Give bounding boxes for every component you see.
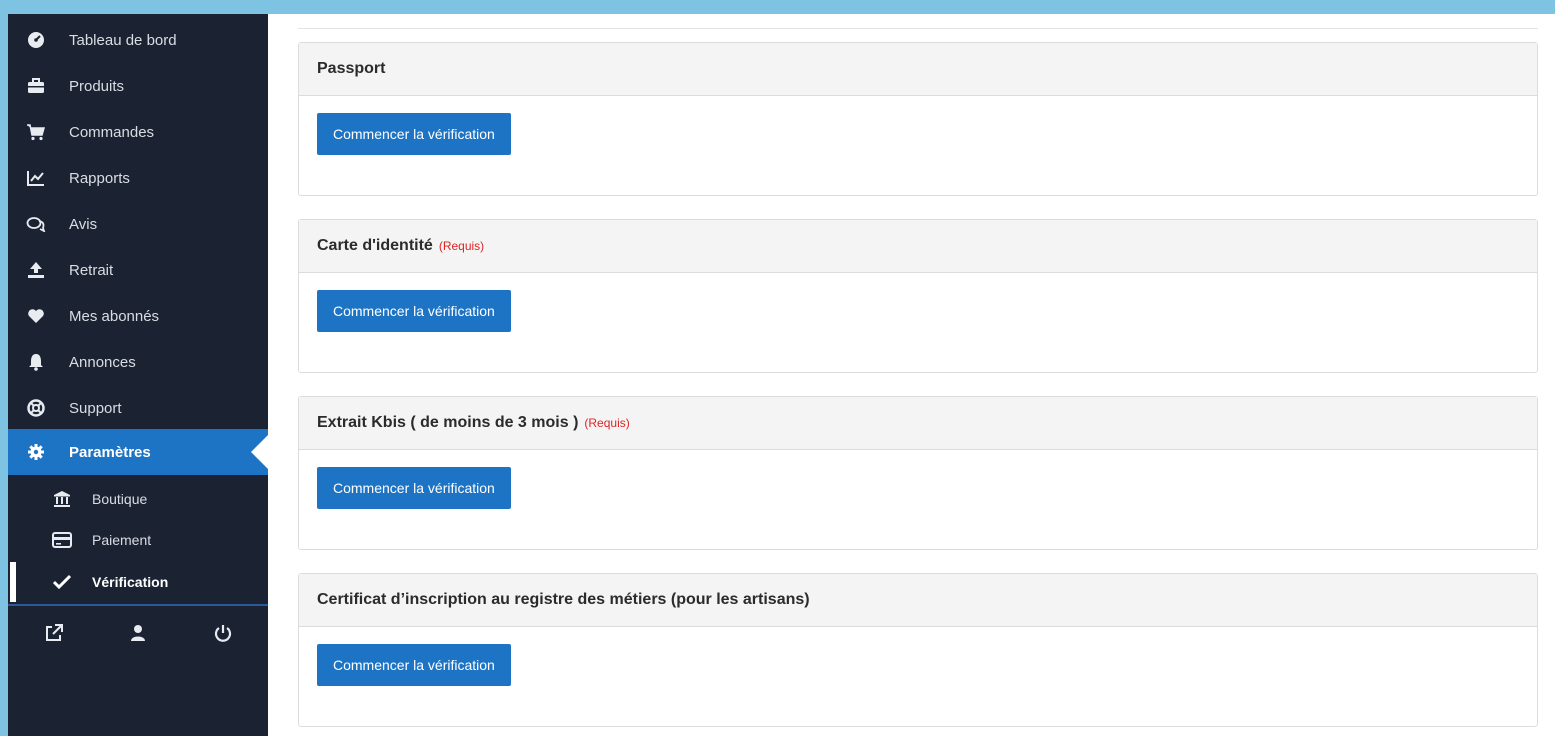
gear-icon <box>26 442 46 462</box>
required-label: (Requis) <box>584 416 630 430</box>
panel-header: Carte d'identité (Requis) <box>299 220 1537 273</box>
sidebar-item-mes-abonnes[interactable]: Mes abonnés <box>8 293 268 339</box>
panel-header: Passport <box>299 43 1537 96</box>
start-verification-button[interactable]: Commencer la vérification <box>317 644 511 686</box>
sidebar-item-commandes[interactable]: Commandes <box>8 109 268 155</box>
sidebar-item-support[interactable]: Support <box>8 385 268 431</box>
sidebar-item-label: Paramètres <box>69 443 151 461</box>
main-content: Passport Commencer la vérification Carte… <box>298 14 1548 736</box>
panel-header: Certificat d’inscription au registre des… <box>299 574 1537 627</box>
panel-body: Commencer la vérification <box>299 96 1537 195</box>
upload-icon <box>26 260 46 280</box>
sidebar-item-label: Commandes <box>69 123 155 141</box>
sidebar: Tableau de bord Produits Commandes Rappo… <box>8 14 268 736</box>
top-divider <box>298 28 1538 29</box>
sidebar-subitem-paiement[interactable]: Paiement <box>8 520 268 560</box>
sidebar-item-retrait[interactable]: Retrait <box>8 247 268 293</box>
sidebar-subitem-label: Paiement <box>92 532 152 548</box>
active-indicator <box>10 562 16 602</box>
briefcase-icon <box>26 76 46 96</box>
power-icon[interactable] <box>210 620 236 646</box>
bell-icon <box>26 352 46 372</box>
app-window: Tableau de bord Produits Commandes Rappo… <box>8 14 1555 736</box>
bank-icon <box>52 489 72 509</box>
sidebar-subitem-verification[interactable]: Vérification <box>8 562 268 602</box>
cart-icon <box>26 122 46 142</box>
required-label: (Requis) <box>438 239 485 253</box>
start-verification-button[interactable]: Commencer la vérification <box>317 290 511 332</box>
sidebar-footer <box>8 616 268 650</box>
user-icon[interactable] <box>125 620 151 646</box>
credit-card-icon <box>52 530 72 550</box>
sidebar-item-label: Mes abonnés <box>69 307 160 325</box>
sidebar-divider <box>8 604 268 606</box>
sidebar-item-label: Tableau de bord <box>69 31 177 49</box>
panel-extrait-kbis: Extrait Kbis ( de moins de 3 mois ) (Req… <box>298 396 1538 550</box>
panel-header: Extrait Kbis ( de moins de 3 mois ) (Req… <box>299 397 1537 450</box>
check-icon <box>52 572 72 592</box>
sidebar-subitem-label: Boutique <box>92 491 148 507</box>
panel-body: Commencer la vérification <box>299 450 1537 549</box>
start-verification-button[interactable]: Commencer la vérification <box>317 467 511 509</box>
comments-icon <box>26 214 46 234</box>
sidebar-item-dashboard[interactable]: Tableau de bord <box>8 17 268 63</box>
panel-title: Passport <box>317 60 386 77</box>
heart-icon <box>26 306 46 326</box>
sidebar-item-parametres[interactable]: Paramètres <box>8 429 268 475</box>
sidebar-item-label: Produits <box>69 77 125 95</box>
panel-certificat-metiers: Certificat d’inscription au registre des… <box>298 573 1538 727</box>
sidebar-item-annonces[interactable]: Annonces <box>8 339 268 385</box>
sidebar-subitem-label: Vérification <box>92 574 169 590</box>
external-link-icon[interactable] <box>41 620 67 646</box>
sidebar-item-label: Annonces <box>69 353 136 371</box>
sidebar-item-label: Retrait <box>69 261 114 279</box>
panel-body: Commencer la vérification <box>299 273 1537 372</box>
sidebar-item-rapports[interactable]: Rapports <box>8 155 268 201</box>
panel-body: Commencer la vérification <box>299 627 1537 726</box>
sidebar-item-label: Rapports <box>69 169 130 187</box>
sidebar-subitem-boutique[interactable]: Boutique <box>8 479 268 519</box>
panel-passport: Passport Commencer la vérification <box>298 42 1538 196</box>
panel-carte-identite: Carte d'identité (Requis) Commencer la v… <box>298 219 1538 373</box>
dashboard-icon <box>26 30 46 50</box>
sidebar-item-avis[interactable]: Avis <box>8 201 268 247</box>
sidebar-item-label: Avis <box>69 215 98 233</box>
panel-title: Certificat d’inscription au registre des… <box>317 591 810 608</box>
sidebar-item-produits[interactable]: Produits <box>8 63 268 109</box>
sidebar-item-label: Support <box>69 399 122 417</box>
panel-title: Extrait Kbis ( de moins de 3 mois ) <box>317 414 579 431</box>
chart-icon <box>26 168 46 188</box>
panel-title: Carte d'identité <box>317 237 433 254</box>
start-verification-button[interactable]: Commencer la vérification <box>317 113 511 155</box>
lifebuoy-icon <box>26 398 46 418</box>
